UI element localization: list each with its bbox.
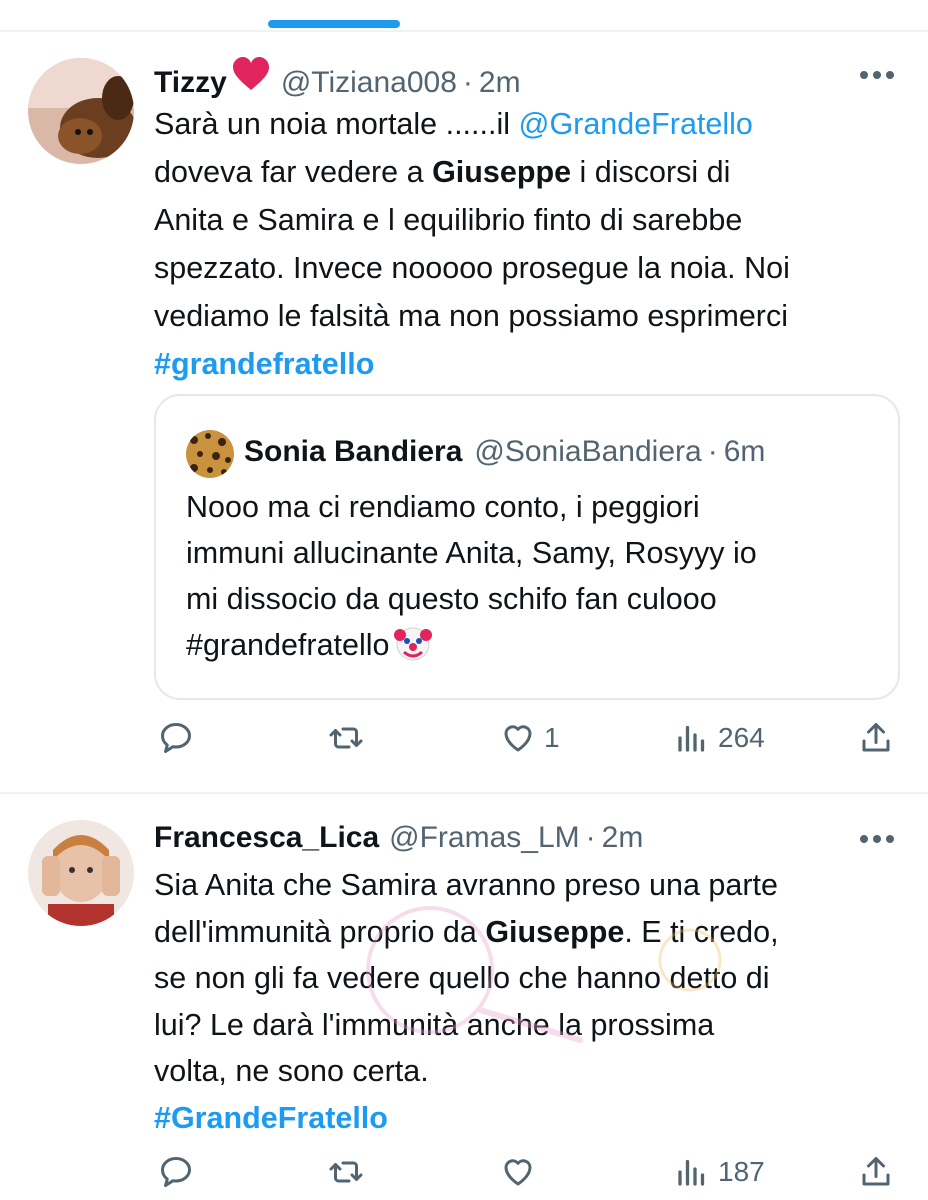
tweet-header: Tizzy @Tiziana008 · 2m bbox=[154, 56, 888, 101]
reply-icon bbox=[161, 1157, 191, 1187]
text-line: spezzato. Invece nooooo prosegue la noia… bbox=[154, 251, 790, 285]
text-line: Sia Anita che Samira avranno preso una p… bbox=[154, 868, 778, 902]
views-icon bbox=[678, 725, 705, 752]
hashtag-link[interactable]: #grandefratello bbox=[154, 347, 374, 381]
tweet-text: Sia Anita che Samira avranno preso una p… bbox=[154, 862, 908, 1141]
handle[interactable]: @Tiziana008 bbox=[281, 65, 457, 101]
views-button[interactable]: 264 bbox=[674, 720, 765, 756]
retweet-button[interactable] bbox=[328, 720, 372, 756]
reply-button[interactable] bbox=[158, 720, 202, 756]
handle[interactable]: @SoniaBandiera bbox=[474, 435, 701, 468]
bold-text: Giuseppe bbox=[485, 914, 625, 949]
like-icon bbox=[504, 725, 532, 752]
more-icon[interactable] bbox=[860, 70, 894, 80]
text-line: volta, ne sono certa. bbox=[154, 1054, 429, 1088]
separator-dot: · bbox=[462, 66, 473, 99]
text-line: Anita e Samira e l equilibrio finto di s… bbox=[154, 203, 743, 237]
text-line: immuni allucinante Anita, Samy, Rosyyy i… bbox=[186, 536, 757, 570]
like-count: 1 bbox=[544, 722, 560, 753]
text-line: #grandefratello bbox=[186, 628, 390, 662]
handle[interactable]: @Framas_LM bbox=[389, 820, 580, 856]
separator-dot: · bbox=[585, 821, 596, 854]
retweet-icon bbox=[329, 727, 363, 749]
reply-icon bbox=[161, 723, 191, 753]
timestamp[interactable]: 2m bbox=[602, 820, 644, 856]
more-icon[interactable] bbox=[860, 834, 894, 844]
separator-dot: · bbox=[707, 435, 718, 468]
display-name[interactable]: Francesca_Lica bbox=[154, 820, 379, 856]
timestamp[interactable]: 6m bbox=[724, 435, 766, 468]
heart-emoji bbox=[232, 57, 269, 90]
quote-header: Sonia Bandiera @SoniaBandiera · 6m bbox=[244, 434, 765, 470]
like-button[interactable]: 1 bbox=[500, 720, 560, 756]
views-count: 264 bbox=[718, 722, 765, 753]
clown-emoji bbox=[394, 627, 433, 661]
text-line: mi dissocio da questo schifo fan culooo bbox=[186, 582, 717, 616]
avatar[interactable] bbox=[28, 820, 134, 926]
avatar[interactable] bbox=[28, 58, 134, 164]
text-line: dell'immunità proprio da bbox=[154, 914, 486, 949]
avatar[interactable] bbox=[186, 430, 234, 478]
text-line: Nooo ma ci rendiamo conto, i peggiori bbox=[186, 490, 700, 524]
retweet-icon bbox=[329, 1161, 363, 1183]
retweet-button[interactable] bbox=[328, 1154, 372, 1190]
hashtag-link[interactable]: #GrandeFratello bbox=[154, 1101, 388, 1135]
tweet-2[interactable]: Francesca_Lica @Framas_LM · 2m Sia Anita… bbox=[0, 794, 928, 1200]
like-button[interactable] bbox=[500, 1154, 544, 1190]
text-line: vediamo le falsità ma non possiamo espri… bbox=[154, 299, 788, 333]
action-bar: 1 264 bbox=[0, 720, 928, 764]
views-button[interactable]: 187 bbox=[674, 1154, 765, 1190]
text-line: lui? Le darà l'immunità anche la prossim… bbox=[154, 1007, 715, 1042]
share-icon bbox=[862, 1157, 890, 1186]
reply-button[interactable] bbox=[158, 1154, 202, 1190]
share-icon bbox=[862, 723, 890, 752]
views-count: 187 bbox=[718, 1156, 765, 1187]
text-line: se non gli fa vedere quello che hanno de… bbox=[154, 961, 770, 995]
quote-text: Nooo ma ci rendiamo conto, i peggiori im… bbox=[186, 484, 878, 668]
action-bar: 187 bbox=[0, 1154, 928, 1198]
timestamp[interactable]: 2m bbox=[479, 65, 521, 101]
mention-link[interactable]: @GrandeFratello bbox=[518, 107, 752, 141]
display-name[interactable]: Tizzy bbox=[154, 65, 227, 101]
quoted-tweet[interactable]: Sonia Bandiera @SoniaBandiera · 6m Nooo ma … bbox=[154, 394, 900, 700]
tweet-text: Sarà un noia mortale ......il @GrandeFra… bbox=[154, 100, 908, 388]
tweet-header: Francesca_Lica @Framas_LM · 2m bbox=[154, 820, 888, 856]
text-line: doveva far vedere a bbox=[154, 155, 433, 189]
display-name[interactable]: Sonia Bandiera bbox=[244, 435, 462, 468]
views-icon bbox=[678, 1159, 705, 1186]
text-line: Sarà un noia mortale ......il bbox=[154, 107, 519, 141]
share-button[interactable] bbox=[858, 1154, 894, 1190]
tweet-1[interactable]: Tizzy @Tiziana008 · 2m Sarà un noia mort… bbox=[0, 0, 928, 790]
share-button[interactable] bbox=[858, 720, 894, 756]
text-line: i discorsi di bbox=[571, 155, 731, 189]
text-line: . E ti credo, bbox=[624, 914, 779, 949]
bold-text: Giuseppe bbox=[432, 155, 572, 189]
like-icon bbox=[504, 1159, 532, 1186]
